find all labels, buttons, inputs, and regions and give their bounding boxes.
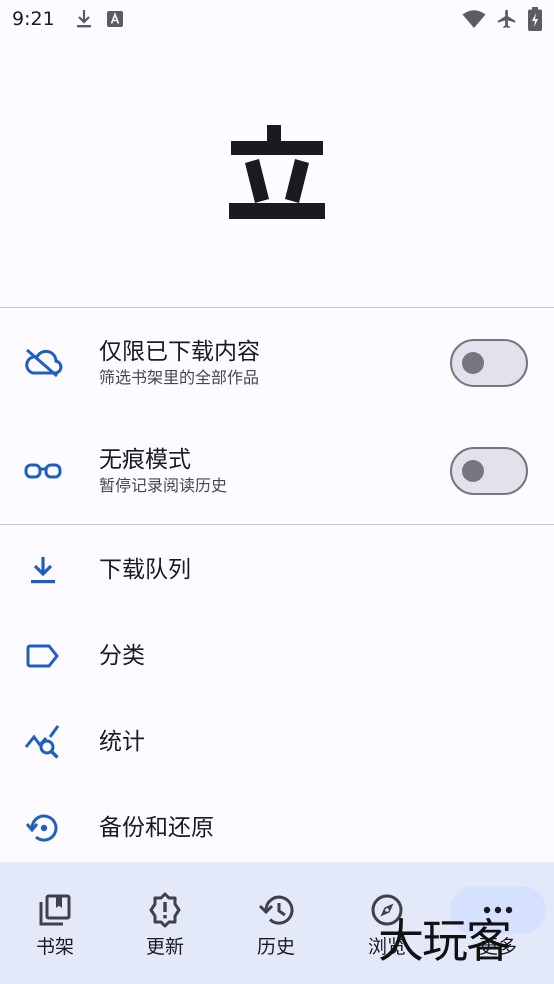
toggle-title: 仅限已下载内容 [99, 339, 260, 365]
toggle-row-downloaded-only[interactable]: 仅限已下载内容 筛选书架里的全部作品 [0, 310, 554, 416]
airplane-icon [496, 8, 518, 30]
toggle-title: 无痕模式 [99, 447, 191, 473]
li-logo-icon [229, 125, 325, 221]
nav-item-history[interactable]: 历史 [221, 862, 331, 984]
a-box-icon [106, 11, 123, 27]
bottom-navigation: 书架 更新 历史 浏览 更多 [0, 862, 554, 984]
switch-knob [462, 460, 484, 482]
explore-icon [339, 886, 435, 934]
divider-middle [0, 524, 554, 525]
menu-item-backup-restore[interactable]: 备份和还原 [0, 785, 554, 871]
nav-item-updates[interactable]: 更新 [110, 862, 220, 984]
nav-item-library[interactable]: 书架 [0, 862, 110, 984]
menu-item-stats[interactable]: 统计 [0, 699, 554, 785]
downloaded-only-switch[interactable] [450, 339, 528, 387]
nav-label: 历史 [256, 936, 295, 958]
nav-label: 书架 [35, 936, 74, 958]
switch-knob [462, 352, 484, 374]
wifi-icon [462, 9, 486, 29]
download-queue-icon [22, 549, 64, 591]
toggle-subtitle: 暂停记录阅读历史 [99, 476, 228, 495]
download-icon [75, 9, 93, 29]
nav-label: 浏览 [367, 936, 406, 958]
nav-item-more[interactable]: 更多 [443, 862, 553, 984]
cloud-off-icon [22, 342, 64, 384]
divider-top [0, 307, 554, 308]
menu-item-label: 备份和还原 [99, 815, 214, 841]
menu-item-label: 统计 [99, 729, 145, 755]
nav-label: 更多 [478, 936, 517, 958]
toggle-row-incognito[interactable]: 无痕模式 暂停记录阅读历史 [0, 418, 554, 524]
settings-backup-restore-icon [22, 807, 64, 849]
query-stats-icon [22, 721, 64, 763]
new-releases-icon [117, 886, 213, 934]
toggle-subtitle: 筛选书架里的全部作品 [99, 368, 260, 387]
menu-item-categories[interactable]: 分类 [0, 613, 554, 699]
nav-item-browse[interactable]: 浏览 [332, 862, 442, 984]
menu-item-label: 下载队列 [99, 557, 191, 583]
label-icon [22, 635, 64, 677]
incognito-switch[interactable] [450, 447, 528, 495]
library-books-icon [7, 886, 103, 934]
nav-label: 更新 [145, 936, 184, 958]
menu-item-download-queue[interactable]: 下载队列 [0, 527, 554, 613]
status-bar: 9:21 [0, 0, 554, 38]
glasses-icon [22, 450, 64, 492]
history-icon [228, 886, 324, 934]
menu-item-label: 分类 [99, 643, 145, 669]
status-time: 9:21 [12, 8, 55, 30]
app-logo [0, 38, 554, 308]
battery-charging-icon [528, 7, 542, 31]
more-horiz-icon [450, 886, 546, 934]
